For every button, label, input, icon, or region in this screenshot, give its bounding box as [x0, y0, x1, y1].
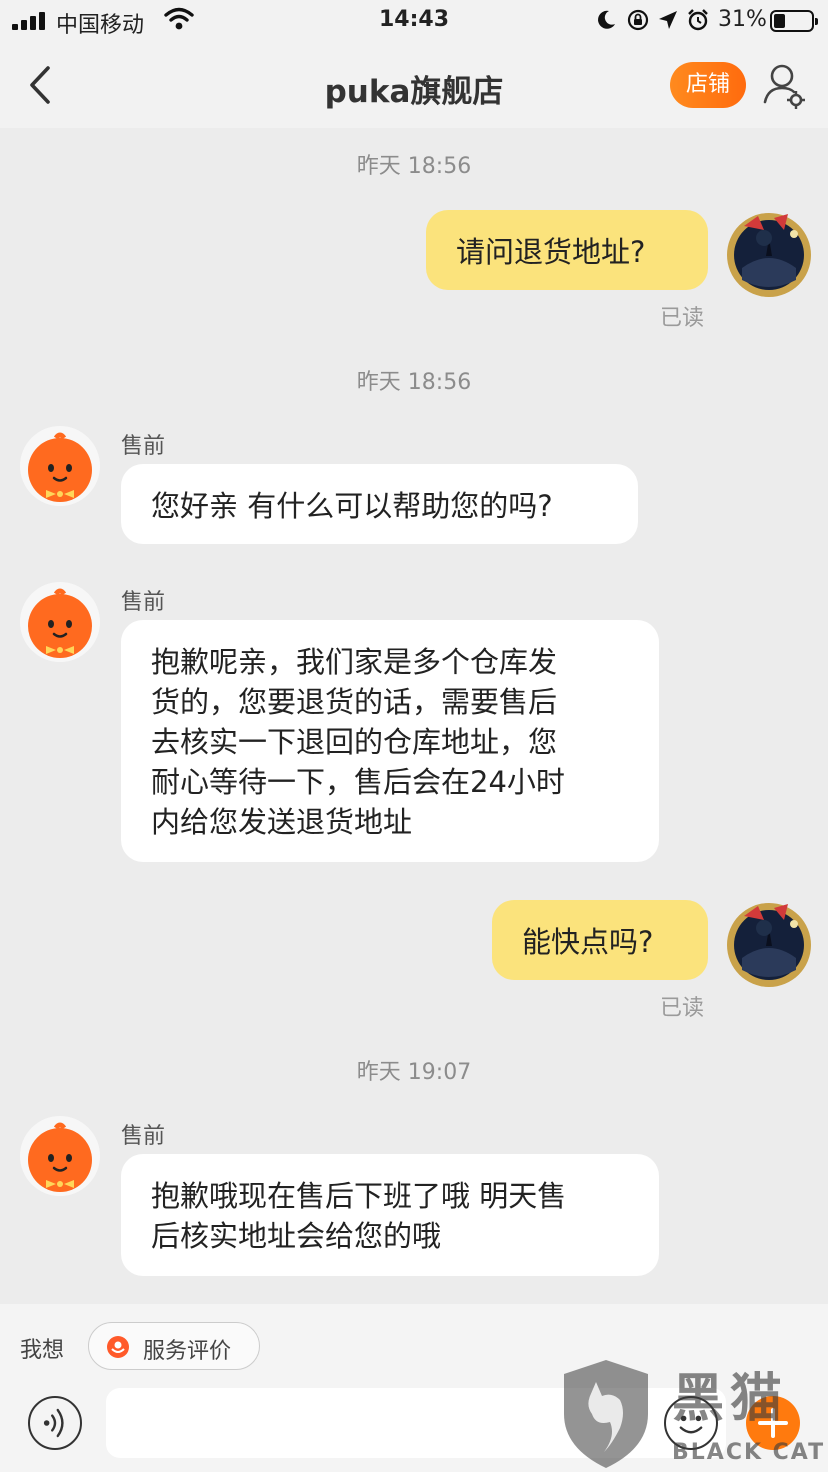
chat-list[interactable]: 昨天 18:56 请问退货地址? 已读 昨天 18:56 售前 您好亲 有什么可…: [0, 128, 828, 1304]
message-timestamp: 昨天 18:56: [356, 370, 472, 395]
service-avatar[interactable]: [20, 426, 100, 506]
service-review-chip[interactable]: 服务评价: [88, 1322, 260, 1370]
emoji-icon[interactable]: [664, 1396, 718, 1450]
input-bar: [0, 1388, 828, 1472]
sender-name: 售前: [121, 590, 166, 615]
outgoing-message-bubble[interactable]: 请问退货地址?: [426, 210, 708, 290]
shop-button[interactable]: 店铺: [670, 62, 746, 108]
incoming-message-bubble[interactable]: 您好亲 有什么可以帮助您的吗?: [121, 464, 638, 544]
message-text: 能快点吗?: [522, 925, 654, 959]
message-text: 请问退货地址?: [456, 235, 646, 269]
nav-bar: puka旗舰店 店铺: [0, 42, 828, 128]
service-avatar[interactable]: [20, 582, 100, 662]
sender-name: 售前: [121, 434, 166, 459]
message-line: 抱歉哦现在售后下班了哦 明天售: [151, 1179, 567, 1213]
status-bar: 中国移动 14:43 31%: [0, 0, 828, 42]
location-arrow-icon: [659, 11, 677, 29]
quick-action-label: 我想: [20, 1338, 65, 1363]
message-line: 内给您发送退货地址: [151, 805, 413, 839]
message-line: 货的，您要退货的话，需要售后: [151, 685, 558, 719]
moon-icon: [598, 10, 615, 29]
message-input[interactable]: [106, 1388, 726, 1458]
service-avatar[interactable]: [20, 1116, 100, 1196]
message-line: 抱歉呢亲，我们家是多个仓库发: [151, 645, 558, 679]
user-settings-icon[interactable]: [760, 62, 808, 112]
flower-icon: [107, 1336, 129, 1358]
message-timestamp: 昨天 18:56: [356, 154, 472, 179]
user-avatar[interactable]: [724, 898, 814, 988]
incoming-message-bubble[interactable]: 抱歉呢亲，我们家是多个仓库发 货的，您要退货的话，需要售后 去核实一下退回的仓库…: [121, 620, 659, 862]
battery-percent: 31%: [718, 7, 767, 32]
chip-label: 服务评价: [143, 1339, 232, 1364]
user-avatar[interactable]: [724, 208, 814, 298]
sender-name: 售前: [121, 1124, 166, 1149]
message-line: 后核实地址会给您的哦: [151, 1219, 442, 1253]
message-line: 耐心等待一下，售后会在24小时: [151, 765, 565, 799]
read-status: 已读: [660, 306, 705, 331]
rotation-lock-icon: [627, 9, 649, 31]
read-status: 已读: [660, 996, 705, 1021]
message-timestamp: 昨天 19:07: [356, 1060, 472, 1085]
alarm-icon: [688, 9, 708, 31]
voice-icon[interactable]: [28, 1396, 82, 1450]
battery-icon: [770, 10, 818, 32]
message-text: 您好亲 有什么可以帮助您的吗?: [151, 489, 553, 523]
plus-icon[interactable]: [746, 1396, 800, 1450]
incoming-message-bubble[interactable]: 抱歉哦现在售后下班了哦 明天售 后核实地址会给您的哦: [121, 1154, 659, 1276]
quick-action-bar: 我想 服务评价: [0, 1304, 828, 1388]
outgoing-message-bubble[interactable]: 能快点吗?: [492, 900, 708, 980]
message-line: 去核实一下退回的仓库地址，您: [151, 725, 558, 759]
